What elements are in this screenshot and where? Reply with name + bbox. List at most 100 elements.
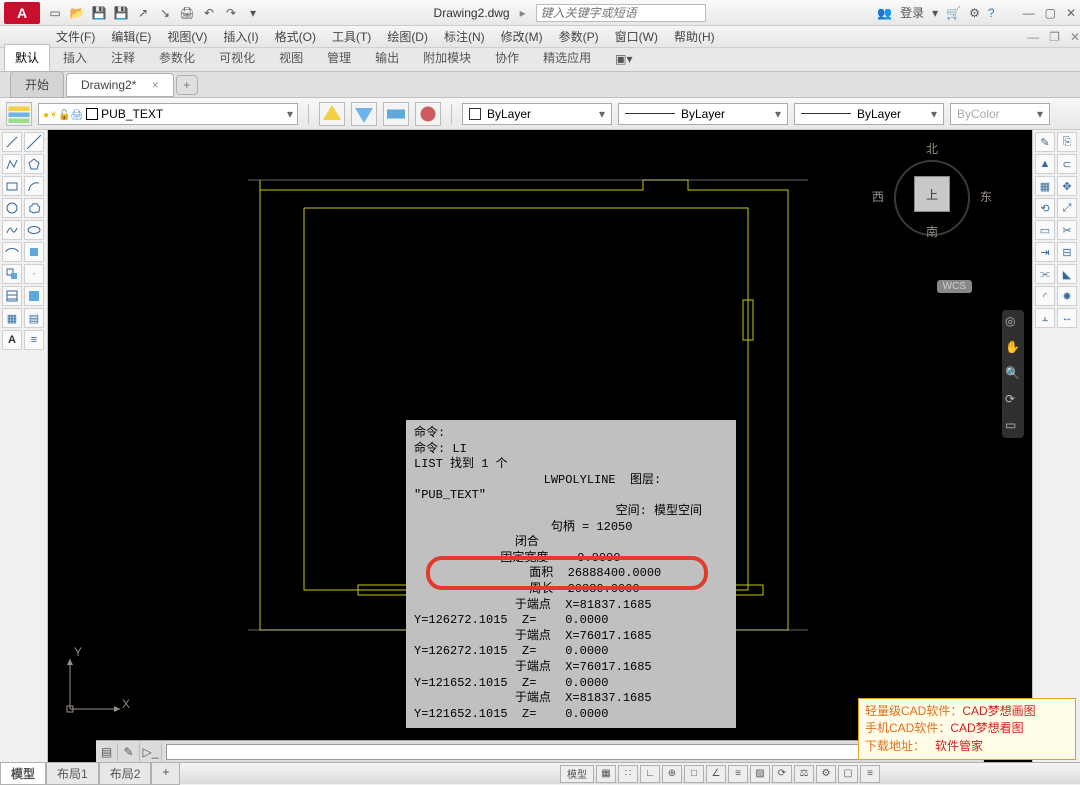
lweight-toggle[interactable]: ≡ — [728, 765, 748, 783]
nav-pan-icon[interactable]: ✋ — [1005, 340, 1021, 356]
filetab-close-icon[interactable]: × — [152, 78, 159, 92]
menu-edit[interactable]: 编辑(E) — [111, 28, 151, 45]
xline-tool[interactable] — [24, 132, 44, 152]
cycling-toggle[interactable]: ⟳ — [772, 765, 792, 783]
open-icon[interactable]: 📂 — [68, 4, 86, 22]
tab-manage[interactable]: 管理 — [316, 44, 362, 71]
rotate-tool[interactable]: ⟲ — [1035, 198, 1055, 218]
cmd-recent-icon[interactable]: ▤ — [96, 743, 118, 761]
viewcube-north[interactable]: 北 — [926, 140, 938, 157]
search-input[interactable] — [536, 4, 706, 22]
menu-tools[interactable]: 工具(T) — [332, 28, 371, 45]
linetype-selector[interactable]: ByLayer ▾ — [618, 103, 788, 125]
grid-toggle[interactable]: ▦ — [596, 765, 616, 783]
cloud-save-icon[interactable]: ↘ — [156, 4, 174, 22]
gradient-tool[interactable] — [24, 286, 44, 306]
viewcube-south[interactable]: 南 — [926, 223, 938, 240]
filetab-add-button[interactable]: + — [176, 75, 198, 95]
text-tool[interactable]: A — [2, 330, 22, 350]
status-model-button[interactable]: 模型 — [560, 765, 594, 783]
viewcube-east[interactable]: 东 — [980, 188, 992, 205]
line-tool[interactable] — [2, 132, 22, 152]
layout1-tab[interactable]: 布局1 — [46, 762, 99, 785]
tab-collab[interactable]: 协作 — [484, 44, 530, 71]
doc-minimize-button[interactable]: — — [1027, 30, 1039, 44]
viewcube-top[interactable]: 上 — [914, 176, 950, 212]
qat-dropdown-icon[interactable]: ▾ — [244, 4, 262, 22]
mirror-tool[interactable]: ▲ — [1035, 154, 1055, 174]
tab-featured[interactable]: 精选应用 — [532, 44, 602, 71]
maximize-button[interactable]: ▢ — [1045, 6, 1056, 20]
saveas-icon[interactable]: 💾 — [112, 4, 130, 22]
wcs-badge[interactable]: WCS — [937, 280, 972, 293]
tab-expand-icon[interactable]: ▣▾ — [604, 47, 643, 71]
tab-output[interactable]: 输出 — [364, 44, 410, 71]
menu-modify[interactable]: 修改(M) — [501, 28, 543, 45]
trim-tool[interactable]: ✂ — [1057, 220, 1077, 240]
menu-file[interactable]: 文件(F) — [56, 28, 95, 45]
nav-orbit-icon[interactable]: ⟳ — [1005, 392, 1021, 408]
ellipse-tool[interactable] — [24, 220, 44, 240]
save-icon[interactable]: 💾 — [90, 4, 108, 22]
tab-addins[interactable]: 附加模块 — [412, 44, 482, 71]
ellipse-arc-tool[interactable] — [2, 242, 22, 262]
extend-tool[interactable]: ⇥ — [1035, 242, 1055, 262]
tab-parametric[interactable]: 参数化 — [148, 44, 206, 71]
lineweight-selector[interactable]: ByLayer ▾ — [794, 103, 944, 125]
menu-format[interactable]: 格式(O) — [275, 28, 316, 45]
command-input[interactable] — [166, 744, 958, 760]
circle-tool[interactable] — [2, 198, 22, 218]
user-icon[interactable]: 👥 — [877, 6, 892, 20]
redo-icon[interactable]: ↷ — [222, 4, 240, 22]
signin-dropdown-icon[interactable]: ▾ — [932, 6, 938, 20]
layer-properties-button[interactable] — [6, 102, 32, 126]
polyline-tool[interactable] — [2, 154, 22, 174]
polygon-tool[interactable] — [24, 154, 44, 174]
scale-tool[interactable]: ⤢ — [1057, 198, 1077, 218]
help-icon[interactable]: ? — [988, 6, 995, 20]
fillet-tool[interactable]: ◜ — [1035, 286, 1055, 306]
nav-showmotion-icon[interactable]: ▭ — [1005, 418, 1021, 434]
table-tool[interactable]: ▤ — [24, 308, 44, 328]
copy-tool[interactable]: ⎘ — [1057, 132, 1077, 152]
tab-insert[interactable]: 插入 — [52, 44, 98, 71]
move-tool[interactable]: ✥ — [1057, 176, 1077, 196]
annoscale-button[interactable]: ⚖ — [794, 765, 814, 783]
otrack-toggle[interactable]: ∠ — [706, 765, 726, 783]
filetab-drawing2[interactable]: Drawing2* × — [66, 73, 174, 97]
offset-tool[interactable]: ⊂ — [1057, 154, 1077, 174]
layer-iso-button[interactable] — [383, 102, 409, 126]
cmd-customize-icon[interactable]: ✎ — [118, 743, 140, 761]
filetab-start[interactable]: 开始 — [10, 71, 64, 98]
undo-icon[interactable]: ↶ — [200, 4, 218, 22]
app-icon[interactable]: ⚙ — [969, 6, 980, 20]
menu-params[interactable]: 参数(P) — [559, 28, 599, 45]
layout-add-button[interactable]: + — [151, 762, 180, 785]
menu-dimension[interactable]: 标注(N) — [444, 28, 485, 45]
region-tool[interactable]: ▦ — [2, 308, 22, 328]
cart-icon[interactable]: 🛒 — [946, 6, 961, 20]
array-tool[interactable]: ▦ — [1035, 176, 1055, 196]
explode-tool[interactable]: ✸ — [1057, 286, 1077, 306]
menu-help[interactable]: 帮助(H) — [674, 28, 715, 45]
customize-status-button[interactable]: ≡ — [860, 765, 880, 783]
chamfer-tool[interactable]: ◣ — [1057, 264, 1077, 284]
viewcube[interactable]: 北 南 西 东 上 — [872, 140, 992, 260]
clean-screen-button[interactable]: ▢ — [838, 765, 858, 783]
signin-button[interactable]: 登录 — [900, 4, 924, 21]
polar-toggle[interactable]: ⊕ — [662, 765, 682, 783]
new-icon[interactable]: ▭ — [46, 4, 64, 22]
erase-tool[interactable]: ✎ — [1035, 132, 1055, 152]
ortho-toggle[interactable]: ∟ — [640, 765, 660, 783]
menu-view[interactable]: 视图(V) — [167, 28, 207, 45]
app-logo[interactable]: A — [4, 2, 40, 24]
break-tool[interactable]: ⊟ — [1057, 242, 1077, 262]
layer-state-button[interactable] — [319, 102, 345, 126]
make-block-tool[interactable] — [2, 264, 22, 284]
close-button[interactable]: ✕ — [1066, 6, 1076, 20]
doc-restore-button[interactable]: ❐ — [1049, 30, 1060, 44]
nav-zoom-icon[interactable]: 🔍 — [1005, 366, 1021, 382]
tab-view[interactable]: 视图 — [268, 44, 314, 71]
transparency-toggle[interactable]: ▨ — [750, 765, 770, 783]
lengthen-tool[interactable]: ↔ — [1057, 308, 1077, 328]
